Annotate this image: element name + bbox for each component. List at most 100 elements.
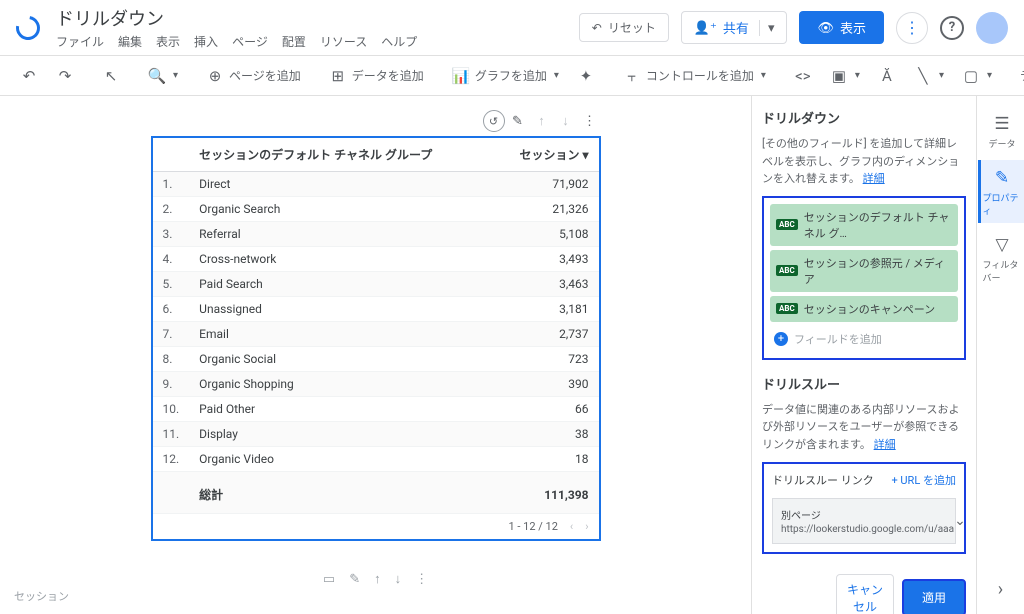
shape-button[interactable]: ▢▾ [954,62,1000,90]
table-chart[interactable]: ↺ ✎ ↑ ↓ ⋮ セッションのデフォルト チャネル グループ セッション ▾ … [151,136,601,541]
theme-layout-button[interactable]: テーマとレイアウト [1012,62,1024,89]
sort-desc-icon: ▾ [582,148,588,162]
rail-property-tab[interactable]: ✎プロパティ [978,160,1024,223]
dimension-header[interactable]: セッションのデフォルト チャネル グループ [189,138,492,172]
row-metric: 5,108 [492,222,599,247]
looker-studio-logo-icon [11,11,44,44]
help-icon[interactable]: ? [940,16,964,40]
data-table: セッションのデフォルト チャネル グループ セッション ▾ 1. Direct … [153,138,599,514]
property-panel: ドリルダウン [その他のフィールド] を追加して詳細レベルを表示し、グラフ内のデ… [751,96,976,614]
fit-page-icon[interactable]: ▭ [323,572,335,587]
table-row[interactable]: 5. Paid Search 3,463 [153,272,599,297]
database-add-icon: ⊞ [329,67,347,85]
rail-data-tab[interactable]: ☰データ [978,106,1024,156]
community-viz-button[interactable]: ✦ [569,62,603,90]
edit-icon[interactable]: ✎ [349,572,360,587]
footer-more-icon[interactable]: ⋮ [415,572,428,587]
pagination-text: 1 - 12 / 12 [508,520,557,533]
abc-type-icon: ABC [776,219,798,230]
edit-pencil-icon[interactable]: ✎ [507,110,529,132]
row-metric: 3,463 [492,272,599,297]
drillthrough-link-card[interactable]: 別ページ https://lookerstudio.google.com/u/a… [772,498,956,544]
chart-more-icon[interactable]: ⋮ [579,110,601,132]
chevron-down-icon: ▾ [554,70,559,81]
report-canvas[interactable]: ↺ ✎ ↑ ↓ ⋮ セッションのデフォルト チャネル グループ セッション ▾ … [0,96,751,614]
add-chart-button[interactable]: 📊グラフを追加▾ [444,62,567,90]
chevron-down-icon: ▾ [173,70,178,81]
redo-button[interactable]: ↷ [48,62,82,90]
magnifier-icon: 🔍 [148,67,166,85]
menu-arrange[interactable]: 配置 [282,33,306,50]
add-url-button[interactable]: + URL を追加 [891,472,956,488]
zoom-button[interactable]: 🔍▾ [140,62,186,90]
menu-resource[interactable]: リソース [320,33,367,50]
page-next-icon[interactable]: › [585,520,588,533]
table-row[interactable]: 6. Unassigned 3,181 [153,297,599,322]
document-title[interactable]: ドリルダウン [56,5,579,31]
undo-icon: ↶ [592,21,602,35]
metric-header[interactable]: セッション ▾ [492,138,599,172]
add-control-button[interactable]: ⫟コントロールを追加▾ [615,62,774,90]
table-pagination: 1 - 12 / 12 ‹ › [153,514,599,539]
row-metric: 21,326 [492,197,599,222]
add-data-button[interactable]: ⊞データを追加 [321,62,432,90]
data-icon: ☰ [994,114,1009,134]
apply-button[interactable]: 適用 [902,579,966,614]
table-row[interactable]: 2. Organic Search 21,326 [153,197,599,222]
rail-filterbar-tab[interactable]: ▽フィルタバー [978,227,1024,290]
row-metric: 3,181 [492,297,599,322]
page-add-icon: ⊕ [206,67,224,85]
down-icon[interactable]: ↓ [395,571,402,587]
dimension-chip[interactable]: ABCセッションのデフォルト チャネル グ… [770,204,958,246]
image-button[interactable]: ▣▾ [822,62,868,90]
menu-page[interactable]: ページ [232,33,268,50]
pencil-icon: ✎ [995,168,1009,188]
share-button[interactable]: 👤⁺共有▾ [681,11,788,44]
add-page-button[interactable]: ⊕ページを追加 [198,62,309,90]
table-row[interactable]: 9. Organic Shopping 390 [153,372,599,397]
chevron-down-icon: ▾ [939,70,944,81]
up-icon[interactable]: ↑ [374,571,381,587]
view-button[interactable]: 👁表示 [799,11,884,44]
row-index: 12. [153,447,190,472]
row-index: 8. [153,347,190,372]
url-embed-button[interactable]: <> [786,62,820,90]
drillthrough-learn-more-link[interactable]: 詳細 [874,438,896,451]
filter-icon: ⫟ [623,67,641,85]
table-row[interactable]: 11. Display 38 [153,422,599,447]
undo-button[interactable]: ↶ [12,62,46,90]
menu-help[interactable]: ヘルプ [381,33,417,50]
dimension-chip[interactable]: ABCセッションのキャンペーン [770,296,958,322]
total-value: 111,398 [492,472,599,514]
table-row[interactable]: 8. Organic Social 723 [153,347,599,372]
menu-file[interactable]: ファイル [56,33,104,50]
menu-view[interactable]: 表示 [156,33,180,50]
row-metric: 723 [492,347,599,372]
text-button[interactable]: Ă [870,62,904,90]
expand-rail-icon[interactable]: › [998,579,1003,600]
row-dimension: Unassigned [189,297,492,322]
page-prev-icon[interactable]: ‹ [570,520,573,533]
drill-down-icon[interactable]: ↓ [555,110,577,132]
menu-insert[interactable]: 挿入 [194,33,218,50]
dimension-chip[interactable]: ABCセッションの参照元 / メディア [770,250,958,292]
menu-edit[interactable]: 編集 [118,33,142,50]
cancel-button[interactable]: キャンセル [836,574,894,614]
drill-up-icon[interactable]: ↑ [531,110,553,132]
table-row[interactable]: 10. Paid Other 66 [153,397,599,422]
reset-button[interactable]: ↶リセット [579,13,669,42]
add-field-button[interactable]: +フィールドを追加 [770,326,958,352]
selection-tool[interactable]: ↖ [94,62,128,90]
table-row[interactable]: 4. Cross-network 3,493 [153,247,599,272]
drilldown-learn-more-link[interactable]: 詳細 [863,172,885,185]
reset-drill-icon[interactable]: ↺ [483,110,505,132]
table-row[interactable]: 7. Email 2,737 [153,322,599,347]
row-dimension: Organic Shopping [189,372,492,397]
table-row[interactable]: 1. Direct 71,902 [153,172,599,197]
table-row[interactable]: 12. Organic Video 18 [153,447,599,472]
line-icon: ╲ [914,67,932,85]
user-avatar[interactable] [976,12,1008,44]
more-options-button[interactable]: ⋮ [896,12,928,44]
table-row[interactable]: 3. Referral 5,108 [153,222,599,247]
line-button[interactable]: ╲▾ [906,62,952,90]
